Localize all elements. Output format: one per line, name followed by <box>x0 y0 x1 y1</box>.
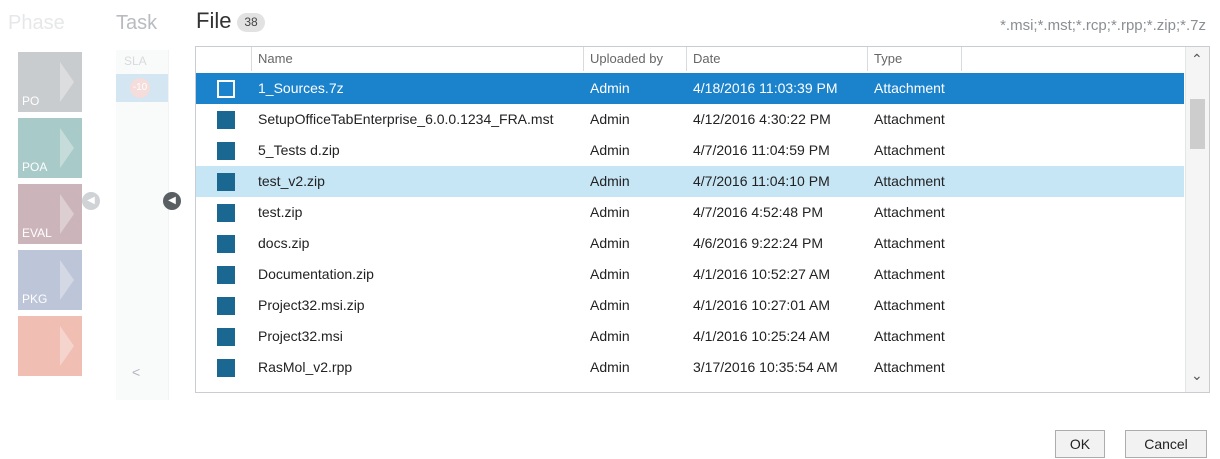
header-uploaded-by[interactable]: Uploaded by <box>584 47 687 71</box>
file-name-cell: 1_Sources.7z <box>258 80 344 96</box>
file-icon <box>217 328 235 346</box>
phase-collapse-icon[interactable]: ◀ <box>82 192 100 210</box>
header-type[interactable]: Type <box>868 47 962 71</box>
type-cell: Attachment <box>874 235 945 251</box>
date-cell: 4/12/2016 4:30:22 PM <box>693 111 831 127</box>
file-name-cell: Documentation.zip <box>258 266 374 282</box>
uploaded-by-cell: Admin <box>590 266 630 282</box>
uploaded-by-cell: Admin <box>590 359 630 375</box>
file-name-cell: test.zip <box>258 204 303 220</box>
file-grid: Name Uploaded by Date Type 1_Sources.7z A… <box>195 46 1210 393</box>
phase-title: Phase <box>8 12 65 34</box>
date-cell: 4/1/2016 10:25:24 AM <box>693 328 830 344</box>
file-icon <box>217 80 235 98</box>
sla-badge: -10 <box>130 78 150 98</box>
file-name-cell: docs.zip <box>258 235 310 251</box>
task-scroll-left-icon[interactable]: < <box>132 364 140 380</box>
phase-tile-label: EVAL <box>22 226 52 240</box>
file-count-badge: 38 <box>237 13 265 32</box>
uploaded-by-cell: Admin <box>590 111 630 127</box>
type-cell: Attachment <box>874 204 945 220</box>
file-icon <box>217 173 235 191</box>
file-icon <box>217 359 235 377</box>
file-name-cell: Project32.msi <box>258 328 343 344</box>
chevron-right-icon <box>60 326 74 366</box>
type-cell: Attachment <box>874 80 945 96</box>
chevron-right-icon <box>60 260 74 300</box>
vertical-scrollbar[interactable]: ⌃ ⌄ <box>1185 47 1209 392</box>
uploaded-by-cell: Admin <box>590 328 630 344</box>
date-cell: 4/7/2016 11:04:10 PM <box>693 173 830 189</box>
file-name-cell: SetupOfficeTabEnterprise_6.0.0.1234_FRA.… <box>258 111 554 127</box>
uploaded-by-cell: Admin <box>590 80 630 96</box>
grid-header: Name Uploaded by Date Type <box>196 47 1184 71</box>
table-row[interactable]: 5_Tests d.zip Admin 4/7/2016 11:04:59 PM At… <box>196 135 1184 166</box>
uploaded-by-cell: Admin <box>590 142 630 158</box>
table-row[interactable]: Documentation.zip Admin 4/1/2016 10:52:27 … <box>196 259 1184 290</box>
ok-button[interactable]: OK <box>1055 430 1105 458</box>
task-collapse-icon[interactable]: ◀ <box>163 192 181 210</box>
uploaded-by-cell: Admin <box>590 173 630 189</box>
file-name-cell: RasMol_v2.rpp <box>258 359 353 375</box>
uploaded-by-cell: Admin <box>590 204 630 220</box>
phase-tile-label: PKG <box>22 292 48 306</box>
table-row[interactable]: RasMol_v2.rpp Admin 3/17/2016 10:35:54 AM A… <box>196 352 1184 383</box>
date-cell: 4/7/2016 11:04:59 PM <box>693 142 830 158</box>
type-cell: Attachment <box>874 297 945 313</box>
table-row[interactable]: docs.zip Admin 4/6/2016 9:22:24 PM Attachme… <box>196 228 1184 259</box>
chevron-right-icon <box>60 128 74 168</box>
date-cell: 3/17/2016 10:35:54 AM <box>693 359 838 375</box>
scroll-down-icon[interactable]: ⌄ <box>1191 367 1203 384</box>
date-cell: 4/1/2016 10:52:27 AM <box>693 266 830 282</box>
table-row[interactable]: Project32.msi Admin 4/1/2016 10:25:24 AM At… <box>196 321 1184 352</box>
scroll-up-icon[interactable]: ⌃ <box>1191 51 1203 68</box>
phase-tile[interactable] <box>18 316 82 376</box>
file-name-cell: Project32.msi.zip <box>258 297 365 313</box>
header-date[interactable]: Date <box>687 47 868 71</box>
phase-tile-label: PO <box>22 94 40 108</box>
table-row[interactable]: Project32.msi.zip Admin 4/1/2016 10:27:01 … <box>196 290 1184 321</box>
type-cell: Attachment <box>874 111 945 127</box>
table-row[interactable]: test.zip Admin 4/7/2016 4:52:48 PM Attachme… <box>196 197 1184 228</box>
type-cell: Attachment <box>874 359 945 375</box>
chevron-right-icon <box>60 62 74 102</box>
file-icon <box>217 297 235 315</box>
file-icon <box>217 235 235 253</box>
cancel-button[interactable]: Cancel <box>1125 430 1207 458</box>
phase-tile[interactable]: EVAL <box>18 184 82 244</box>
sla-header: SLA <box>124 54 147 68</box>
file-icon <box>217 204 235 222</box>
date-cell: 4/7/2016 4:52:48 PM <box>693 204 823 220</box>
task-row[interactable]: -10 <box>116 74 168 102</box>
uploaded-by-cell: Admin <box>590 297 630 313</box>
chevron-right-icon <box>60 194 74 234</box>
dialog-title: File <box>196 8 232 33</box>
type-cell: Attachment <box>874 173 945 189</box>
header-name[interactable]: Name <box>252 47 584 71</box>
type-cell: Attachment <box>874 142 945 158</box>
uploaded-by-cell: Admin <box>590 235 630 251</box>
file-icon <box>217 111 235 129</box>
phase-tile[interactable]: PO <box>18 52 82 112</box>
file-icon <box>217 142 235 160</box>
scroll-thumb[interactable] <box>1190 99 1205 149</box>
date-cell: 4/18/2016 11:03:39 PM <box>693 80 838 96</box>
task-title: Task <box>116 12 158 34</box>
type-cell: Attachment <box>874 328 945 344</box>
type-cell: Attachment <box>874 266 945 282</box>
task-column: SLA -10 <box>116 50 169 400</box>
file-filter: *.msi;*.mst;*.rcp;*.rpp;*.zip;*.7z <box>1000 17 1206 34</box>
file-name-cell: 5_Tests d.zip <box>258 142 340 158</box>
date-cell: 4/6/2016 9:22:24 PM <box>693 235 823 251</box>
header-icon-column <box>196 47 252 71</box>
phase-tile[interactable]: PKG <box>18 250 82 310</box>
file-icon <box>217 266 235 284</box>
file-name-cell: test_v2.zip <box>258 173 325 189</box>
phase-tile[interactable]: POA <box>18 118 82 178</box>
date-cell: 4/1/2016 10:27:01 AM <box>693 297 830 313</box>
phase-tile-label: POA <box>22 160 48 174</box>
table-row[interactable]: SetupOfficeTabEnterprise_6.0.0.1234_FRA.… <box>196 104 1184 135</box>
table-row[interactable]: 1_Sources.7z Admin 4/18/2016 11:03:39 PM At… <box>196 73 1184 104</box>
table-row[interactable]: test_v2.zip Admin 4/7/2016 11:04:10 PM Atta… <box>196 166 1184 197</box>
